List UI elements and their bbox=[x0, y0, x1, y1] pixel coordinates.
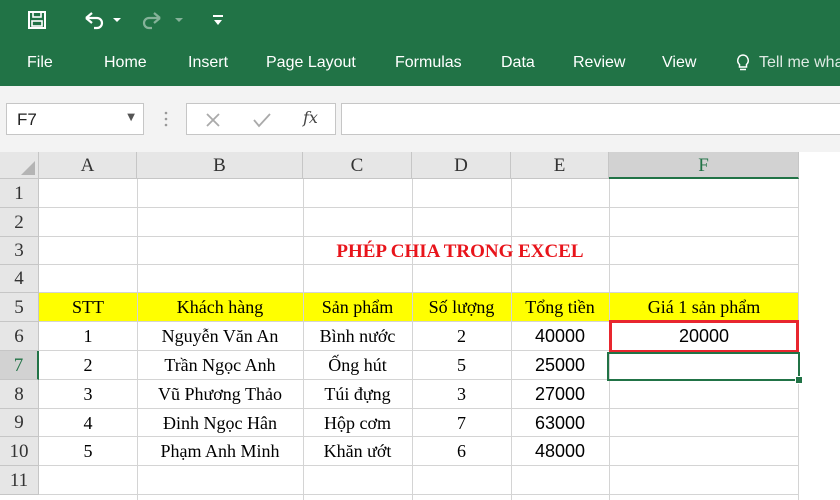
table-cell[interactable]: Vũ Phương Thảo bbox=[137, 380, 303, 409]
insert-function-icon[interactable]: fx bbox=[303, 108, 318, 127]
formula-input[interactable] bbox=[341, 103, 840, 135]
row-header-9[interactable]: 9 bbox=[0, 409, 39, 437]
sheet-title[interactable]: PHÉP CHIA TRONG EXCEL bbox=[240, 238, 680, 266]
table-cell[interactable]: 40000 bbox=[511, 322, 609, 351]
table-cell[interactable]: 7 bbox=[412, 409, 511, 437]
worksheet-grid[interactable]: A B C D E F 1 2 3 4 5 6 7 8 9 10 11 PHÉP… bbox=[0, 152, 840, 500]
header-gia-san-pham[interactable]: Giá 1 sản phẩm bbox=[609, 293, 799, 322]
column-header-d[interactable]: D bbox=[412, 152, 511, 179]
column-header-f[interactable]: F bbox=[609, 152, 799, 179]
undo-icon[interactable] bbox=[82, 6, 122, 34]
row-header-5[interactable]: 5 bbox=[0, 293, 39, 322]
row-header-2[interactable]: 2 bbox=[0, 208, 39, 237]
table-cell[interactable]: 3 bbox=[412, 380, 511, 409]
quick-access-toolbar bbox=[0, 0, 840, 40]
header-tong-tien[interactable]: Tổng tiền bbox=[511, 293, 609, 322]
table-cell[interactable]: Đinh Ngọc Hân bbox=[137, 409, 303, 437]
formula-bar: F7 ▼ fx bbox=[0, 86, 840, 152]
tab-page-layout[interactable]: Page Layout bbox=[266, 52, 356, 74]
lightbulb-icon[interactable] bbox=[735, 52, 751, 74]
table-cell[interactable]: 3 bbox=[39, 380, 137, 409]
row-header-8[interactable]: 8 bbox=[0, 380, 39, 409]
row-header-1[interactable]: 1 bbox=[0, 179, 39, 208]
more-options-icon bbox=[164, 111, 168, 127]
table-cell[interactable]: 5 bbox=[412, 351, 511, 380]
highlight-box bbox=[609, 320, 799, 353]
table-cell[interactable]: 2 bbox=[412, 322, 511, 351]
table-cell[interactable]: Ống hút bbox=[303, 351, 412, 380]
table-cell[interactable]: Trần Ngọc Anh bbox=[137, 351, 303, 380]
tell-me-search[interactable]: Tell me wha bbox=[759, 52, 840, 74]
tab-insert[interactable]: Insert bbox=[188, 52, 228, 74]
tab-home[interactable]: Home bbox=[104, 52, 147, 74]
column-header-b[interactable]: B bbox=[137, 152, 303, 179]
tab-file[interactable]: File bbox=[27, 52, 53, 74]
tab-review[interactable]: Review bbox=[573, 52, 625, 74]
header-so-luong[interactable]: Số lượng bbox=[412, 293, 511, 322]
table-cell[interactable]: Túi đựng bbox=[303, 380, 412, 409]
table-cell[interactable]: Bình nước bbox=[303, 322, 412, 351]
table-cell[interactable]: 4 bbox=[39, 409, 137, 437]
table-cell[interactable]: 25000 bbox=[511, 351, 609, 380]
select-all-button[interactable] bbox=[0, 152, 39, 179]
redo-icon[interactable] bbox=[142, 6, 186, 34]
table-cell[interactable]: Hộp cơm bbox=[303, 409, 412, 437]
ribbon-tabs: File Home Insert Page Layout Formulas Da… bbox=[0, 40, 840, 86]
column-header-c[interactable]: C bbox=[303, 152, 412, 179]
table-cell[interactable]: 63000 bbox=[511, 409, 609, 437]
name-box-value: F7 bbox=[17, 110, 37, 129]
row-header-3[interactable]: 3 bbox=[0, 237, 39, 265]
save-icon[interactable] bbox=[24, 6, 50, 34]
header-khach-hang[interactable]: Khách hàng bbox=[137, 293, 303, 322]
table-cell[interactable]: Khăn ướt bbox=[303, 437, 412, 466]
customize-icon[interactable] bbox=[208, 6, 228, 34]
formula-buttons: fx bbox=[186, 103, 336, 135]
row-header-6[interactable]: 6 bbox=[0, 322, 39, 351]
column-header-a[interactable]: A bbox=[39, 152, 137, 179]
chevron-down-icon[interactable]: ▼ bbox=[127, 112, 135, 123]
table-cell[interactable]: 6 bbox=[412, 437, 511, 466]
tab-data[interactable]: Data bbox=[501, 52, 535, 74]
tab-formulas[interactable]: Formulas bbox=[395, 52, 462, 74]
row-header-11[interactable]: 11 bbox=[0, 466, 39, 495]
table-cell[interactable]: Phạm Anh Minh bbox=[137, 437, 303, 466]
row-header-10[interactable]: 10 bbox=[0, 437, 39, 466]
table-cell[interactable]: Nguyễn Văn An bbox=[137, 322, 303, 351]
table-cell[interactable]: 27000 bbox=[511, 380, 609, 409]
fill-handle[interactable] bbox=[795, 376, 803, 384]
tab-view[interactable]: View bbox=[662, 52, 696, 74]
name-box[interactable]: F7 ▼ bbox=[6, 103, 144, 135]
table-cell[interactable]: 1 bbox=[39, 322, 137, 351]
table-cell[interactable]: 2 bbox=[39, 351, 137, 380]
active-cell-f7[interactable] bbox=[607, 352, 800, 381]
enter-icon[interactable] bbox=[251, 110, 273, 130]
cancel-icon[interactable] bbox=[203, 110, 223, 130]
table-cell[interactable]: 5 bbox=[39, 437, 137, 466]
header-stt[interactable]: STT bbox=[39, 293, 137, 322]
row-header-4[interactable]: 4 bbox=[0, 265, 39, 293]
column-header-e[interactable]: E bbox=[511, 152, 609, 179]
table-cell[interactable]: 48000 bbox=[511, 437, 609, 466]
row-header-7[interactable]: 7 bbox=[0, 351, 39, 380]
header-san-pham[interactable]: Sản phẩm bbox=[303, 293, 412, 322]
